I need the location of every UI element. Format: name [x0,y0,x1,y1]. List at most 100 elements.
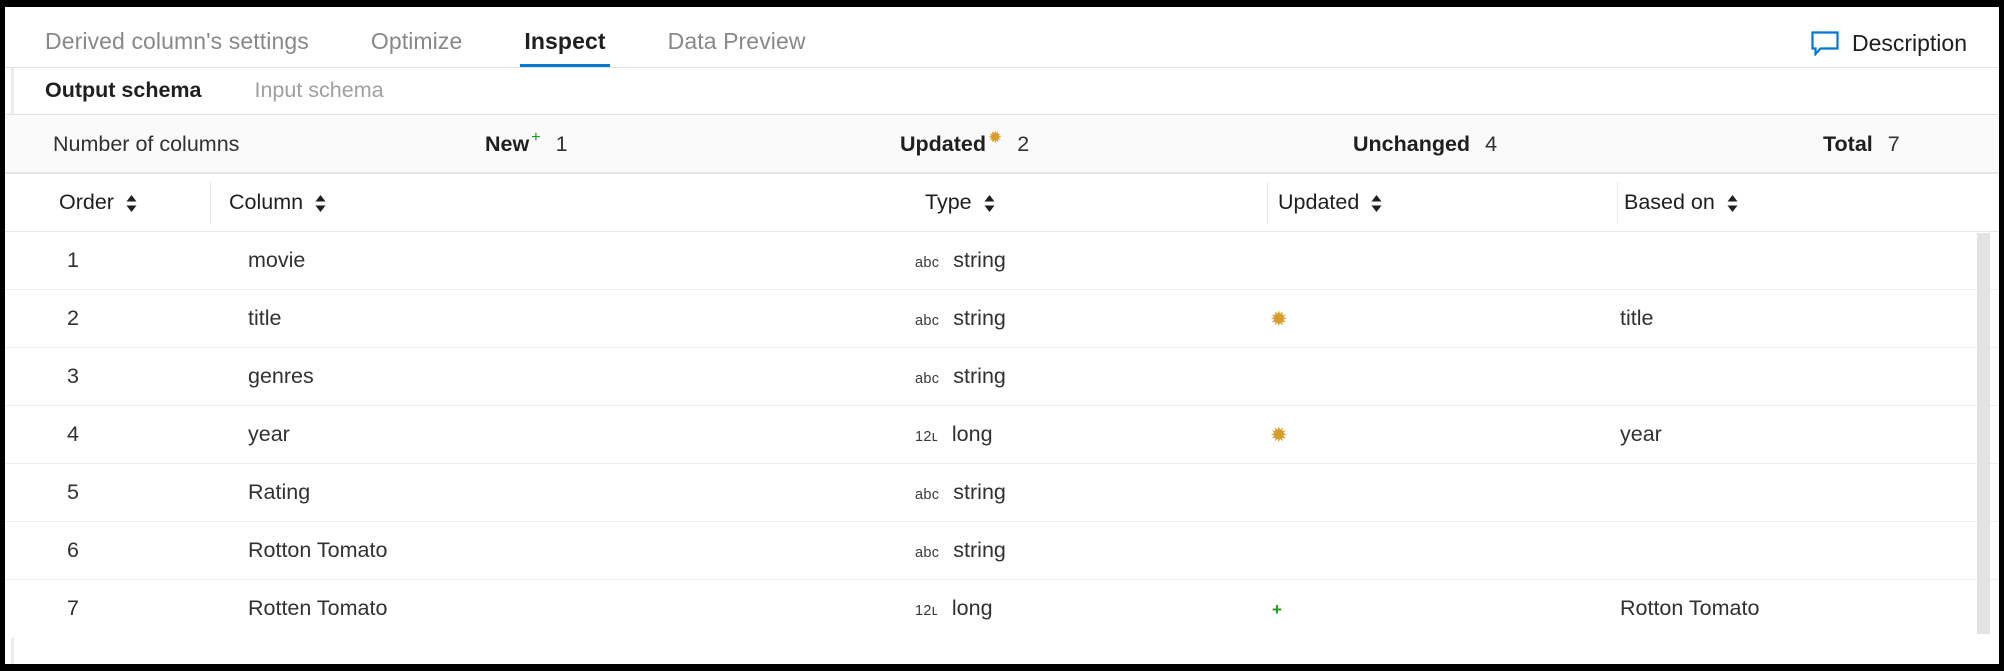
column-header-type[interactable]: Type [925,174,996,232]
cell-updated-status: ✹ [1270,290,1288,348]
summary-stat-label: Total [1823,132,1873,157]
cell-type: abc string [915,522,1006,580]
description-button-label: Description [1852,32,1967,55]
cell-type: abc string [915,232,1006,290]
table-row[interactable]: 3 genres abc string [5,348,1999,406]
summary-stat-updated: Updated ✹ 2 [900,115,1029,174]
sort-arrows-icon [1370,194,1383,213]
cell-column: genres [248,348,314,406]
tab-optimize[interactable]: Optimize [371,30,463,67]
table-header-row: Order Column [5,174,1999,232]
summary-stat-label: Unchanged [1353,132,1470,157]
cell-updated-status: + [1272,580,1282,638]
inspect-panel-window: Derived column's settings Optimize Inspe… [0,0,2004,671]
window-top-notch [995,0,1021,7]
table-row[interactable]: 6 Rotton Tomato abc string [5,522,1999,580]
column-header-label: Updated [1278,192,1359,214]
tab-data-preview[interactable]: Data Preview [668,30,806,67]
sort-arrows-icon [1726,194,1739,213]
table-row[interactable]: 2 title abc string ✹ title [5,290,1999,348]
type-label: long [952,424,993,446]
cell-updated-status: ✹ [1270,406,1288,464]
column-header-updated[interactable]: Updated [1278,174,1383,232]
column-header-based-on[interactable]: Based on [1624,174,1739,232]
cell-based-on: year [1620,406,1662,464]
summary-stat-new: New + 1 [485,115,568,174]
cell-column: Rating [248,464,310,522]
summary-title: Number of columns [53,115,239,174]
description-button[interactable]: Description [1811,31,1967,56]
schema-subtab-bar: Output schema Input schema [5,68,1999,115]
subtab-input-schema[interactable]: Input schema [255,80,384,102]
type-long-icon: 12ʟ [915,429,938,445]
cell-order: 1 [67,232,79,290]
type-string-icon: abc [915,371,939,387]
cell-column: movie [248,232,305,290]
table-vertical-scrollbar[interactable] [1977,233,1990,634]
type-string-icon: abc [915,487,939,503]
summary-stat-unchanged: Unchanged 4 [1353,115,1497,174]
tab-label: Data Preview [668,28,806,54]
cell-column: year [248,406,290,464]
tab-label: Derived column's settings [45,28,309,54]
column-header-label: Type [925,192,972,214]
sort-arrows-icon [983,194,996,213]
type-label: string [953,366,1006,388]
cell-type: 12ʟ long [915,406,993,464]
type-string-icon: abc [915,255,939,271]
cell-type: abc string [915,290,1006,348]
table-row[interactable]: 4 year 12ʟ long ✹ year [5,406,1999,464]
cell-type: abc string [915,348,1006,406]
column-divider [210,182,211,224]
summary-stat-label: New [485,132,529,157]
cell-column: Rotton Tomato [248,522,387,580]
cell-type: abc string [915,464,1006,522]
sort-arrows-icon [314,194,327,213]
summary-stat-value: 7 [1888,132,1900,157]
column-count-summary: Number of columns New + 1 Updated ✹ 2 Un… [5,115,1999,174]
sort-arrows-icon [125,194,138,213]
column-divider [1267,182,1268,224]
cell-type: 12ʟ long [915,580,993,638]
cell-column: Rotten Tomato [248,580,387,638]
subtab-label: Output schema [45,78,202,102]
cell-based-on: title [1620,290,1653,348]
type-long-icon: 12ʟ [915,603,938,619]
speech-bubble-icon [1811,31,1839,56]
column-header-label: Based on [1624,192,1715,214]
table-row[interactable]: 5 Rating abc string [5,464,1999,522]
new-mark-icon: + [1272,601,1282,618]
type-string-icon: abc [915,313,939,329]
cell-order: 5 [67,464,79,522]
tab-label: Inspect [524,28,605,54]
tab-label: Optimize [371,28,463,54]
tab-inspect[interactable]: Inspect [524,30,605,67]
updated-mark-icon: ✹ [1270,425,1288,446]
summary-stat-total: Total 7 [1823,115,1900,174]
schema-table: Order Column [5,174,1999,591]
cell-order: 6 [67,522,79,580]
cell-order: 2 [67,290,79,348]
type-label: long [952,598,993,620]
cell-column: title [248,290,281,348]
type-label: string [953,482,1006,504]
column-header-column[interactable]: Column [229,174,327,232]
table-body: 1 movie abc string 2 [5,232,1999,638]
table-row[interactable]: 7 Rotten Tomato 12ʟ long + Rotton Tomato [5,580,1999,638]
summary-stat-label: Updated [900,132,986,157]
type-label: string [953,540,1006,562]
cell-based-on: Rotton Tomato [1620,580,1759,638]
subtab-output-schema[interactable]: Output schema [45,80,202,102]
summary-stat-value: 4 [1485,132,1497,157]
table-row[interactable]: 1 movie abc string [5,232,1999,290]
summary-stat-value: 1 [556,132,568,157]
type-label: string [953,308,1006,330]
tab-derived-column-settings[interactable]: Derived column's settings [45,30,309,67]
cell-order: 4 [67,406,79,464]
cell-order: 7 [67,580,79,638]
column-header-label: Column [229,192,303,214]
primary-tab-bar: Derived column's settings Optimize Inspe… [5,7,1999,68]
type-label: string [953,250,1006,272]
column-header-order[interactable]: Order [59,174,138,232]
summary-stat-value: 2 [1017,132,1029,157]
